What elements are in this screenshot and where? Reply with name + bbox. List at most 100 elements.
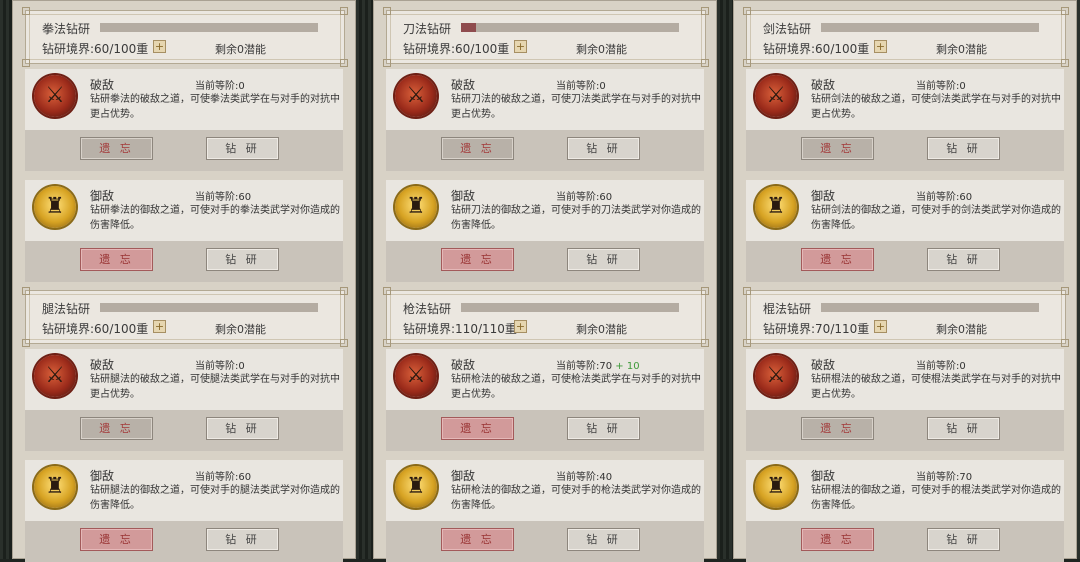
study-progress-bar [461, 303, 679, 312]
study-panel: 刀法钻研 钻研境界:60/100重 + 剩余0潜能 ⚔ 破敌 当前等阶:0 钻研刀法的破敌之道… [373, 0, 717, 282]
panel-title: 腿法钻研 [42, 302, 91, 316]
skill-name: 御敌 [811, 189, 836, 203]
study-button[interactable]: 钻 研 [567, 417, 640, 440]
study-progress-fill [461, 23, 477, 32]
forget-button[interactable]: 遗 忘 [441, 248, 514, 271]
study-panel: 腿法钻研 钻研境界:60/100重 + 剩余0潜能 ⚔ 破敌 当前等阶:0 钻研腿法的破敌之道… [12, 280, 356, 562]
skill-level: 当前等阶:0 [195, 357, 245, 372]
forget-button[interactable]: 遗 忘 [801, 137, 874, 160]
skill-description: 钻研枪法的御敌之道，可使对手的枪法类武学对你造成的伤害降低。 [451, 485, 701, 511]
broken-sword-icon: ⚔ [34, 75, 76, 117]
study-button[interactable]: 钻 研 [927, 417, 1000, 440]
study-progress-bar [100, 303, 318, 312]
frame-corner-ornament [701, 339, 709, 347]
skill-card-yu-di: ♜ 御敌 当前等阶:60 钻研刀法的御敌之道，可使对手的刀法类武学对你造成的伤害降低。… [386, 180, 704, 282]
icon-emblem: ⚔ [406, 363, 426, 388]
frame-corner-ornament [383, 339, 391, 347]
forget-button[interactable]: 遗 忘 [801, 417, 874, 440]
skill-description: 钻研拳法的破敌之道，可使拳法类武学在与对手的对抗中更占优势。 [90, 94, 340, 120]
skill-description: 钻研剑法的破敌之道，可使剑法类武学在与对手的对抗中更占优势。 [811, 94, 1061, 120]
add-realm-button[interactable]: + [514, 40, 527, 53]
skill-level-value: 当前等阶:0 [916, 361, 966, 372]
forget-button[interactable]: 遗 忘 [80, 137, 153, 160]
armored-guard-icon: ♜ [755, 186, 797, 228]
forget-button[interactable]: 遗 忘 [80, 248, 153, 271]
panel-header: 刀法钻研 钻研境界:60/100重 + 剩余0潜能 [383, 7, 709, 67]
skill-level: 当前等阶:60 [195, 188, 251, 203]
skill-card-info: ♜ 御敌 当前等阶:70 钻研棍法的御敌之道，可使对手的棍法类武学对你造成的伤害降低。 [746, 460, 1064, 521]
add-realm-button[interactable]: + [153, 40, 166, 53]
study-button[interactable]: 钻 研 [206, 528, 279, 551]
frame-corner-ornament [1061, 7, 1069, 15]
add-realm-button[interactable]: + [514, 320, 527, 333]
study-panel: 棍法钻研 钻研境界:70/110重 + 剩余0潜能 ⚔ 破敌 当前等阶:0 钻研棍法的破敌之道… [733, 280, 1077, 562]
forget-button[interactable]: 遗 忘 [80, 528, 153, 551]
skill-level: 当前等阶:0 [916, 77, 966, 92]
study-panel: 枪法钻研 钻研境界:110/110重 + 剩余0潜能 ⚔ 破敌 当前等阶:70 + 10 钻研… [373, 280, 717, 562]
study-realm-text: 钻研境界:60/100重 [763, 42, 870, 56]
skill-level: 当前等阶:0 [195, 77, 245, 92]
study-button[interactable]: 钻 研 [567, 528, 640, 551]
skill-card-yu-di: ♜ 御敌 当前等阶:60 钻研腿法的御敌之道，可使对手的腿法类武学对你造成的伤害降低。… [25, 460, 343, 562]
skill-name: 御敌 [451, 469, 476, 483]
forget-button[interactable]: 遗 忘 [801, 528, 874, 551]
skill-level: 当前等阶:70 + 10 [556, 357, 640, 372]
frame-corner-ornament [701, 7, 709, 15]
panel-title: 剑法钻研 [763, 22, 812, 36]
skill-level-value: 当前等阶:0 [556, 81, 606, 92]
skill-level: 当前等阶:70 [916, 468, 972, 483]
skill-level-value: 当前等阶:40 [556, 472, 613, 483]
skill-card-info: ⚔ 破敌 当前等阶:0 钻研剑法的破敌之道，可使剑法类武学在与对手的对抗中更占优势。 [746, 69, 1064, 130]
forget-button[interactable]: 遗 忘 [801, 248, 874, 271]
armored-guard-icon: ♜ [34, 186, 76, 228]
study-button[interactable]: 钻 研 [567, 137, 640, 160]
study-button[interactable]: 钻 研 [927, 528, 1000, 551]
forget-button[interactable]: 遗 忘 [80, 417, 153, 440]
study-button[interactable]: 钻 研 [206, 248, 279, 271]
skill-card-info: ♜ 御敌 当前等阶:60 钻研剑法的御敌之道，可使对手的剑法类武学对你造成的伤害降低。 [746, 180, 1064, 241]
skill-name: 御敌 [90, 469, 115, 483]
study-progress-bar [461, 23, 679, 32]
study-button[interactable]: 钻 研 [206, 417, 279, 440]
skill-description: 钻研棍法的御敌之道，可使对手的棍法类武学对你造成的伤害降低。 [811, 485, 1061, 511]
skill-card-info: ♜ 御敌 当前等阶:60 钻研腿法的御敌之道，可使对手的腿法类武学对你造成的伤害降低。 [25, 460, 343, 521]
frame-corner-ornament [383, 59, 391, 67]
add-realm-button[interactable]: + [153, 320, 166, 333]
skill-level: 当前等阶:60 [916, 188, 972, 203]
skill-card-yu-di: ♜ 御敌 当前等阶:40 钻研枪法的御敌之道，可使对手的枪法类武学对你造成的伤害降低。… [386, 460, 704, 562]
armored-guard-icon: ♜ [34, 466, 76, 508]
add-realm-button[interactable]: + [874, 320, 887, 333]
skill-card-info: ♜ 御敌 当前等阶:60 钻研刀法的御敌之道，可使对手的刀法类武学对你造成的伤害降低。 [386, 180, 704, 241]
skill-card-po-di: ⚔ 破敌 当前等阶:0 钻研刀法的破敌之道，可使刀法类武学在与对手的对抗中更占优势。遗… [386, 69, 704, 171]
background-gutter [356, 0, 373, 559]
skill-card-info: ⚔ 破敌 当前等阶:70 + 10 钻研枪法的破敌之道，可使枪法类武学在与对手的对抗中… [386, 349, 704, 410]
forget-button[interactable]: 遗 忘 [441, 137, 514, 160]
skill-level-value: 当前等阶:60 [556, 192, 613, 203]
skill-card-info: ♜ 御敌 当前等阶:40 钻研枪法的御敌之道，可使对手的枪法类武学对你造成的伤害降低。 [386, 460, 704, 521]
study-button[interactable]: 钻 研 [206, 137, 279, 160]
skill-level-value: 当前等阶:60 [916, 192, 973, 203]
study-progress-bar [100, 23, 318, 32]
skill-description: 钻研剑法的御敌之道，可使对手的剑法类武学对你造成的伤害降低。 [811, 205, 1061, 231]
forget-button[interactable]: 遗 忘 [441, 528, 514, 551]
study-button[interactable]: 钻 研 [927, 137, 1000, 160]
broken-sword-icon: ⚔ [395, 355, 437, 397]
frame-corner-ornament [743, 59, 751, 67]
skill-level-value: 当前等阶:70 [916, 472, 973, 483]
broken-sword-icon: ⚔ [34, 355, 76, 397]
remaining-potential: 剩余0潜能 [215, 323, 266, 336]
background-gutter [717, 0, 733, 559]
panel-title: 拳法钻研 [42, 22, 91, 36]
frame-corner-ornament [383, 287, 391, 295]
forget-button[interactable]: 遗 忘 [441, 417, 514, 440]
frame-corner-ornament [1061, 59, 1069, 67]
panel-title: 棍法钻研 [763, 302, 812, 316]
panel-header: 枪法钻研 钻研境界:110/110重 + 剩余0潜能 [383, 287, 709, 347]
icon-emblem: ♜ [766, 474, 786, 499]
study-progress-bar [821, 303, 1039, 312]
study-button[interactable]: 钻 研 [927, 248, 1000, 271]
study-button[interactable]: 钻 研 [567, 248, 640, 271]
skill-level: 当前等阶:0 [916, 357, 966, 372]
study-panel: 拳法钻研 钻研境界:60/100重 + 剩余0潜能 ⚔ 破敌 当前等阶:0 钻研拳法的破敌之道… [12, 0, 356, 282]
add-realm-button[interactable]: + [874, 40, 887, 53]
